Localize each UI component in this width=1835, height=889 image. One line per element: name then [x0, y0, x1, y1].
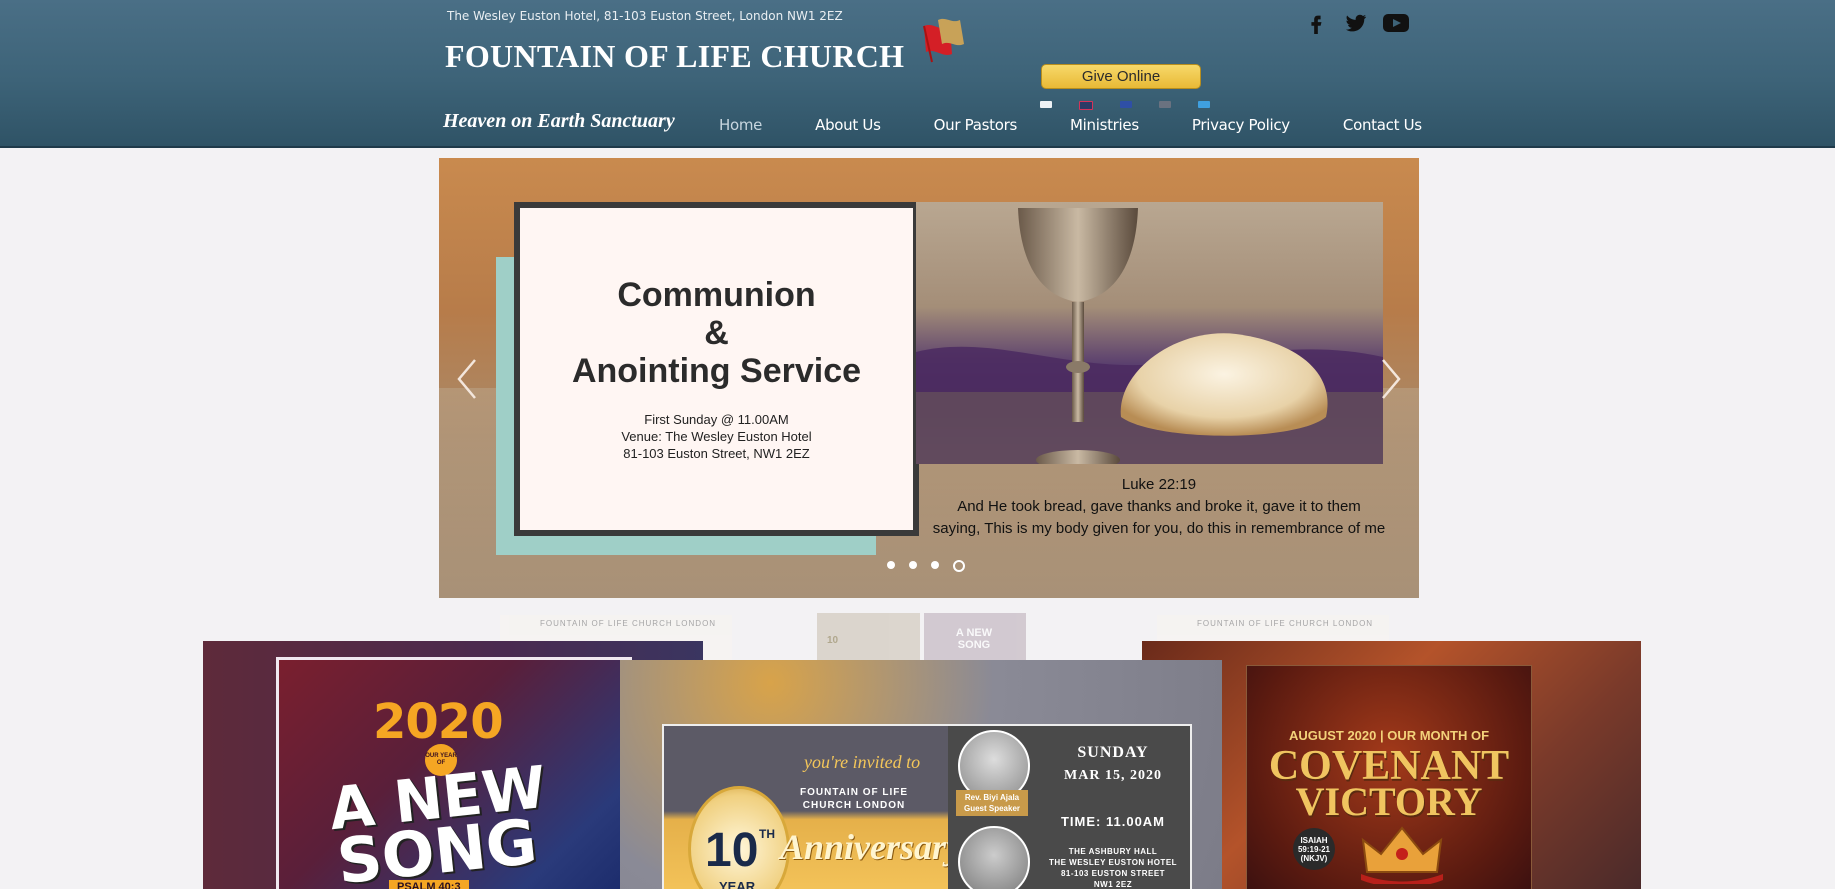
- anniversary-card[interactable]: you're invited to FOUNTAIN OF LIFE CHURC…: [620, 660, 1222, 889]
- hero-slideshow[interactable]: Communion & Anointing Service First Sund…: [439, 158, 1419, 598]
- covenant-ref1: ISAIAH: [1300, 835, 1328, 845]
- church-name-logo[interactable]: FOUNTAIN OF LIFE CHURCH: [445, 38, 904, 75]
- song-line2: SONG: [333, 804, 541, 889]
- facebook-icon[interactable]: [1303, 10, 1329, 36]
- anniversary-poster: you're invited to FOUNTAIN OF LIFE CHURC…: [662, 724, 1192, 889]
- new-song-poster: 2020 OUR YEAR OF A NEW SONG PSALM 40:3: [276, 657, 632, 889]
- communion-photo: [916, 202, 1383, 464]
- speaker2-photo: [958, 826, 1030, 889]
- faded-mini2-label: A NEW SONG: [955, 627, 993, 651]
- service-title-line3: Anointing Service: [571, 352, 862, 390]
- verse-reference: Luke 22:19: [1121, 476, 1197, 493]
- site-tagline: Heaven on Earth Sanctuary: [443, 110, 675, 132]
- org-name-line1: FOUNTAIN OF LIFE: [800, 787, 909, 798]
- speaker-label: Rev. Biyi Ajala Guest Speaker: [956, 790, 1028, 816]
- crown-icon: [1361, 826, 1443, 884]
- faded-thumbnail-mini1[interactable]: 10: [817, 613, 920, 661]
- slide-dot-3[interactable]: [931, 561, 939, 569]
- covenant-ref3: (NKJV): [1300, 853, 1328, 863]
- paypal-card-icon: [1198, 101, 1210, 108]
- service-time: First Sunday @ 11.00AM: [644, 412, 789, 427]
- mastercard-icon: [1079, 101, 1093, 110]
- anniversary-right-panel: Rev. Biyi Ajala Guest Speaker SUNDAY MAR…: [948, 726, 1190, 889]
- org-name: FOUNTAIN OF LIFE CHURCH LONDON: [800, 786, 908, 812]
- twitter-icon[interactable]: [1343, 10, 1369, 36]
- visa-card-icon: [1040, 101, 1052, 108]
- nav-our-pastors[interactable]: Our Pastors: [934, 116, 1018, 134]
- venue-line2: THE WESLEY EUSTON HOTEL: [1048, 858, 1178, 867]
- invited-text: you're invited to: [804, 752, 921, 772]
- prev-arrow-icon[interactable]: [453, 354, 483, 404]
- anniversary-number: 10: [705, 824, 759, 877]
- covenant-poster: AUGUST 2020 | OUR MONTH OF COVENANT VICT…: [1246, 665, 1532, 889]
- verse-line2: saying, This is my body given for you, d…: [932, 520, 1386, 537]
- youtube-icon[interactable]: [1383, 10, 1409, 36]
- faded-caption-right: FOUNTAIN OF LIFE CHURCH LONDON: [1197, 619, 1374, 628]
- speaker-role: Guest Speaker: [963, 804, 1021, 813]
- org-name-line2: CHURCH LONDON: [802, 800, 906, 811]
- main-nav: Home About Us Our Pastors Ministries Pri…: [719, 116, 1422, 134]
- nav-privacy-policy[interactable]: Privacy Policy: [1192, 116, 1290, 134]
- anniversary-th: TH: [759, 827, 775, 841]
- service-info-card: Communion & Anointing Service First Sund…: [514, 202, 919, 536]
- song-year: 2020: [373, 694, 504, 750]
- event-day: SUNDAY: [1077, 744, 1149, 761]
- event-date: MAR 15, 2020: [1064, 768, 1162, 783]
- speaker-name: Rev. Biyi Ajala: [964, 793, 1020, 802]
- scripture-verse: Luke 22:19 And He took bread, gave thank…: [909, 474, 1409, 540]
- anniversary-word: Anniversary: [780, 827, 963, 867]
- song-scripture-ref: PSALM 40:3: [389, 880, 469, 889]
- anniversary-year-word: YEAR: [719, 879, 756, 889]
- next-arrow-icon[interactable]: [1375, 354, 1405, 404]
- service-title-line2: &: [704, 314, 729, 352]
- event-venue: THE ASHBURY HALL THE WESLEY EUSTON HOTEL…: [1038, 846, 1188, 889]
- covenant-scripture-badge: ISAIAH 59:19-21 (NKJV): [1293, 828, 1335, 870]
- service-title-line1: Communion: [617, 276, 816, 314]
- nav-about-us[interactable]: About Us: [815, 116, 881, 134]
- slide-dot-4[interactable]: [953, 560, 965, 572]
- service-details: First Sunday @ 11.00AM Venue: The Wesley…: [520, 411, 913, 462]
- covenant-word2: VICTORY: [1295, 779, 1483, 824]
- site-header: The Wesley Euston Hotel, 81-103 Euston S…: [0, 0, 1835, 148]
- discover-card-icon: [1159, 101, 1171, 108]
- nav-ministries[interactable]: Ministries: [1070, 116, 1139, 134]
- slide-dot-1[interactable]: [887, 561, 895, 569]
- social-links: [1303, 10, 1409, 36]
- header-address: The Wesley Euston Hotel, 81-103 Euston S…: [447, 9, 843, 23]
- flag-logo-icon[interactable]: [920, 14, 974, 66]
- faded-thumbnail-mini2[interactable]: A NEW SONG: [924, 613, 1026, 661]
- slide-indicators: [887, 560, 965, 572]
- faded-mini1-label: 10: [827, 635, 839, 646]
- faded-caption-left: FOUNTAIN OF LIFE CHURCH LONDON: [540, 619, 717, 628]
- service-title: Communion & Anointing Service: [520, 276, 913, 390]
- covenant-month: AUGUST 2020 | OUR MONTH OF: [1288, 728, 1490, 743]
- venue-line1: THE ASHBURY HALL: [1068, 847, 1158, 856]
- anniversary-left-panel: you're invited to FOUNTAIN OF LIFE CHURC…: [664, 726, 962, 889]
- anniversary-emblem: 10 TH YEAR: [688, 786, 790, 889]
- amex-card-icon: [1120, 101, 1132, 108]
- payment-cards: [1040, 101, 1210, 110]
- covenant-ref2: 59:19-21: [1297, 844, 1331, 854]
- event-gallery: FOUNTAIN OF LIFE CHURCH LONDON 10 A NEW …: [0, 612, 1835, 889]
- event-time: TIME: 11.00AM: [1060, 814, 1166, 829]
- venue-line4: NW1 2EZ: [1093, 880, 1133, 889]
- nav-home[interactable]: Home: [719, 116, 762, 134]
- service-address: 81-103 Euston Street, NW1 2EZ: [623, 446, 810, 461]
- verse-line1: And He took bread, gave thanks and broke…: [957, 498, 1361, 515]
- give-online-button[interactable]: Give Online: [1041, 64, 1201, 89]
- venue-line3: 81-103 EUSTON STREET: [1060, 869, 1166, 878]
- slide-dot-2[interactable]: [909, 561, 917, 569]
- nav-contact-us[interactable]: Contact Us: [1343, 116, 1422, 134]
- service-venue: Venue: The Wesley Euston Hotel: [621, 429, 812, 444]
